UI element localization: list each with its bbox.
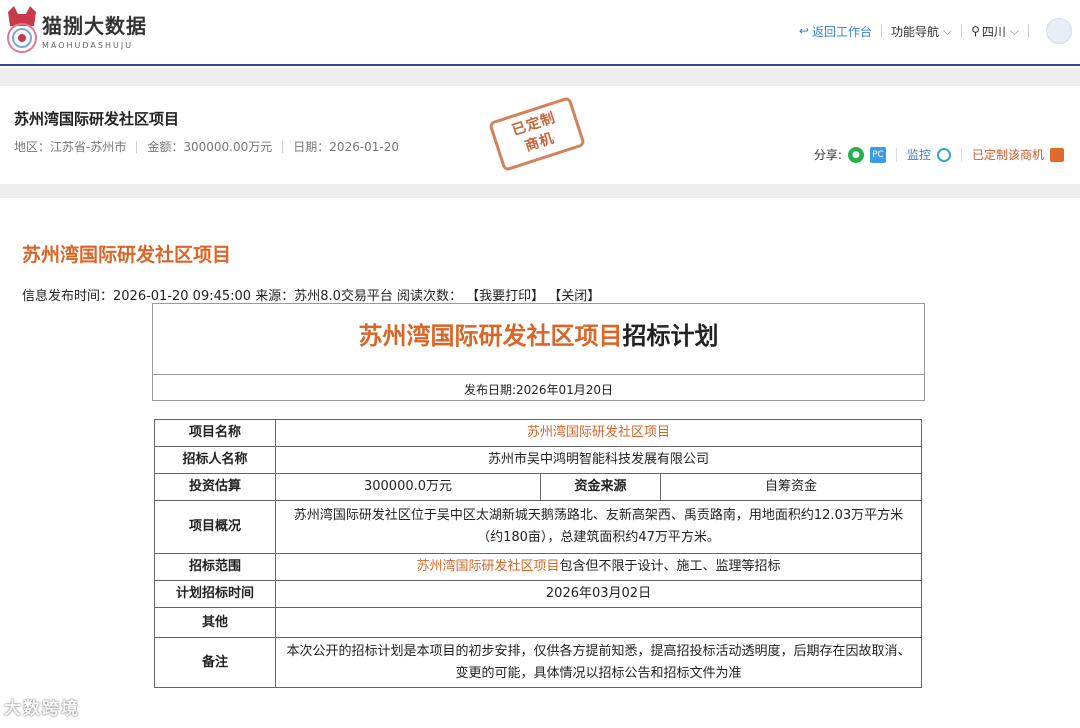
divider xyxy=(136,140,138,153)
summary-title: 苏州湾国际研发社区项目 xyxy=(14,110,180,128)
wechat-icon[interactable]: ● xyxy=(847,146,864,163)
region-selector[interactable]: ⚲ 四川 ⌵ xyxy=(971,23,1019,40)
article-meta: 信息发布时间：2026-01-20 09:45:00 来源：苏州8.0交易平台 … xyxy=(22,289,601,304)
back-arrow-icon: ↩ xyxy=(798,24,809,38)
divider xyxy=(960,147,962,162)
cell-label: 招标人名称 xyxy=(154,446,276,474)
date-value: 2026-01-20 xyxy=(329,139,400,154)
cell-label: 资金来源 xyxy=(540,473,661,501)
summary-meta: 地区： 江苏省-苏州市 金额： 300000.00万元 日期： 2026-01-… xyxy=(14,139,400,155)
cell-label: 项目名称 xyxy=(154,419,276,447)
logo-mark-icon xyxy=(4,6,40,54)
divider xyxy=(153,374,924,375)
divider xyxy=(961,24,963,38)
logo[interactable]: 猫捌大数据 MAOHUDASHUJU xyxy=(4,6,147,54)
cell-value: 苏州湾国际研发社区位于吴中区太湖新城天鹅荡路北、友新高架西、禹贡路南，用地面积约… xyxy=(275,500,922,554)
divider xyxy=(895,147,897,162)
cell-label: 投资估算 xyxy=(154,473,276,501)
region-value: 江苏省-苏州市 xyxy=(50,140,127,154)
amount-value: 300000.00万元 xyxy=(183,140,273,154)
user-avatar[interactable] xyxy=(1046,18,1072,44)
customized-opportunity-button[interactable]: 已定制该商机 xyxy=(972,146,1044,163)
function-nav-dropdown[interactable]: 功能导航 ⌵ xyxy=(891,23,952,40)
table-row: 招标范围 苏州湾国际研发社区项目包含但不限于设计、施工、监理等招标 xyxy=(154,553,922,581)
divider xyxy=(1028,24,1029,38)
cell-label: 其他 xyxy=(154,607,276,638)
cell-value xyxy=(275,607,922,638)
cell-value: 300000.0万元 xyxy=(275,473,541,501)
cell-label: 计划招标时间 xyxy=(154,580,276,608)
article-title: 苏州湾国际研发社区项目 xyxy=(22,244,232,266)
share-label: 分享: xyxy=(813,148,842,162)
table-row: 备注 本次公开的招标计划是本项目的初步安排，仅供各方提前知悉，提高招投标活动透明… xyxy=(154,637,922,688)
monitor-button[interactable]: 监控 xyxy=(907,146,931,163)
cell-label: 备注 xyxy=(154,637,276,688)
cell-value: 自筹资金 xyxy=(660,473,922,501)
divider xyxy=(282,140,284,153)
location-pin-icon: ⚲ xyxy=(971,24,980,38)
top-nav: ↩ 返回工作台 功能导航 ⌵ ⚲ 四川 ⌵ xyxy=(799,18,1072,44)
logo-name: 猫捌大数据 xyxy=(42,14,147,38)
watermark: 大数跨境 xyxy=(4,699,80,719)
cell-value: 苏州湾国际研发社区项目 xyxy=(275,419,922,447)
chevron-down-icon: ⌵ xyxy=(942,23,953,38)
cell-label: 项目概况 xyxy=(154,500,276,554)
table-row: 项目名称 苏州湾国际研发社区项目 xyxy=(154,419,922,447)
table-row: 投资估算 300000.0万元 资金来源 自筹资金 xyxy=(154,473,922,501)
document-date: 发布日期:2026年01月20日 xyxy=(463,383,614,397)
chevron-down-icon: ⌵ xyxy=(1009,23,1019,38)
cell-label: 招标范围 xyxy=(154,553,276,581)
cell-value: 本次公开的招标计划是本项目的初步安排，仅供各方提前知悉，提高招投标活动透明度，后… xyxy=(275,637,922,688)
table-row: 项目概况 苏州湾国际研发社区位于吴中区太湖新城天鹅荡路北、友新高架西、禹贡路南，… xyxy=(154,500,922,554)
cell-value: 2026年03月02日 xyxy=(275,580,922,608)
cell-value: 苏州市吴中鸿明智能科技发展有限公司 xyxy=(275,446,922,474)
table-row: 招标人名称 苏州市吴中鸿明智能科技发展有限公司 xyxy=(154,446,922,474)
top-bar: 猫捌大数据 MAOHUDASHUJU ↩ 返回工作台 功能导航 ⌵ ⚲ 四川 ⌵ xyxy=(0,0,1080,66)
bookmark-icon[interactable] xyxy=(1050,147,1064,162)
summary-actions: 分享: ● PC 监控 已定制该商机 xyxy=(814,146,1064,163)
logo-subtitle: MAOHUDASHUJU xyxy=(42,41,134,50)
divider xyxy=(880,24,882,38)
tender-plan-table: 项目名称 苏州湾国际研发社区项目 招标人名称 苏州市吴中鸿明智能科技发展有限公司… xyxy=(154,419,922,688)
pc-share-icon[interactable]: PC xyxy=(869,146,886,163)
document-header: 苏州湾国际研发社区项目招标计划 发布日期:2026年01月20日 xyxy=(152,303,925,401)
back-to-workbench-link[interactable]: ↩ 返回工作台 xyxy=(799,23,872,40)
monitor-icon[interactable] xyxy=(936,147,951,162)
table-row: 计划招标时间 2026年03月02日 xyxy=(154,580,922,608)
cell-value: 苏州湾国际研发社区项目包含但不限于设计、施工、监理等招标 xyxy=(275,553,922,581)
table-row: 其他 xyxy=(154,607,922,638)
document-title: 苏州湾国际研发社区项目招标计划 xyxy=(358,322,719,350)
